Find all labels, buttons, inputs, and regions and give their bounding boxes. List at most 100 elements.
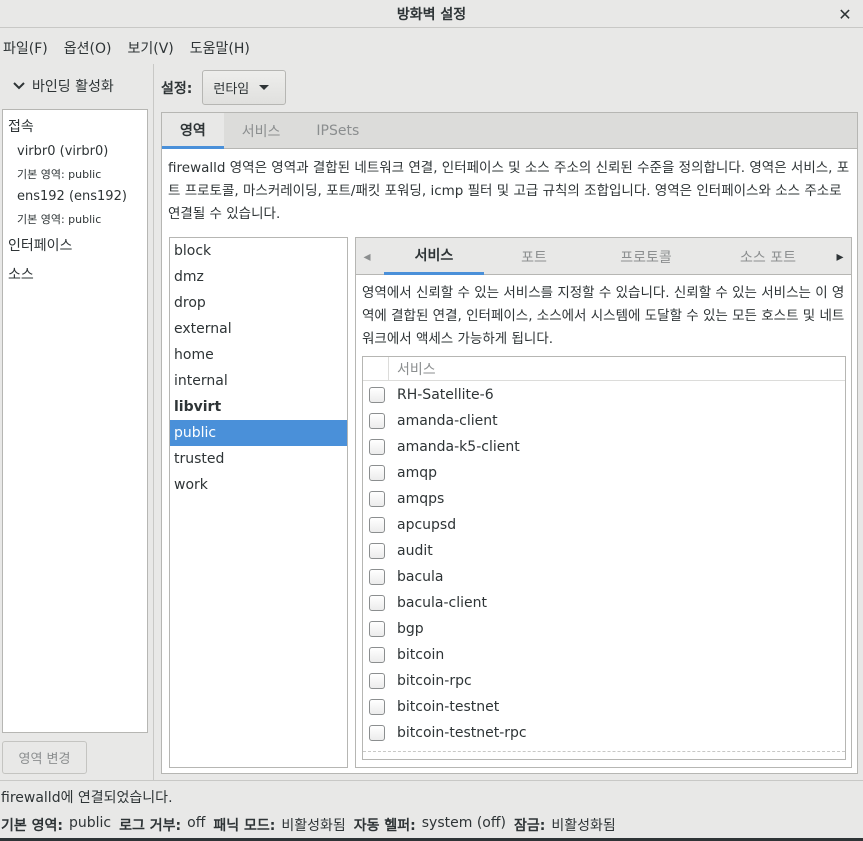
connections-list: 접속 virbr0 (virbr0) 기본 영역: public ens192 … xyxy=(2,109,148,733)
menu-view[interactable]: 보기(V) xyxy=(127,38,173,58)
change-zone-button[interactable]: 영역 변경 xyxy=(2,741,87,774)
service-row[interactable]: audit xyxy=(363,538,845,564)
service-checkbox[interactable] xyxy=(369,413,385,429)
config-dropdown[interactable]: 런타임 xyxy=(202,70,287,105)
service-row[interactable]: RH-Satellite-6 xyxy=(363,382,845,408)
service-name: bitcoin-testnet-rpc xyxy=(397,725,527,741)
service-row[interactable]: amanda-k5-client xyxy=(363,434,845,460)
config-label: 설정: xyxy=(161,80,193,97)
binding-toggle[interactable]: 바인딩 활성화 xyxy=(12,76,114,96)
section-connections: 접속 xyxy=(8,119,34,135)
menu-help[interactable]: 도움말(H) xyxy=(190,38,250,58)
connection-virbr0[interactable]: virbr0 (virbr0) xyxy=(17,144,108,159)
status-value: 비활성화됨 xyxy=(551,818,616,834)
connection-virbr0-zone: 기본 영역: public xyxy=(17,168,102,181)
menu-options[interactable]: 옵션(O) xyxy=(64,38,112,58)
service-checkbox[interactable] xyxy=(369,543,385,559)
service-checkbox[interactable] xyxy=(369,491,385,507)
zone-item-drop[interactable]: drop xyxy=(170,290,347,316)
service-checkbox[interactable] xyxy=(369,569,385,585)
service-checkbox[interactable] xyxy=(369,621,385,637)
zone-item-trusted[interactable]: trusted xyxy=(170,446,347,472)
service-checkbox[interactable] xyxy=(369,725,385,741)
service-row[interactable]: bacula xyxy=(363,564,845,590)
connections-panel: 바인딩 활성화 접속 virbr0 (virbr0) 기본 영역: public… xyxy=(0,64,153,780)
status-key: 패닉 모드: xyxy=(213,818,276,834)
connection-ens192[interactable]: ens192 (ens192) xyxy=(17,189,127,204)
service-list: 서비스 RH-Satellite-6 amanda-client amanda-k5… xyxy=(362,356,846,760)
service-name: audit xyxy=(397,543,433,559)
status-key: 기본 영역: xyxy=(1,818,63,834)
service-checkbox[interactable] xyxy=(369,595,385,611)
zone-item-public[interactable]: public xyxy=(170,420,347,446)
zone-item-dmz[interactable]: dmz xyxy=(170,264,347,290)
status-value: off xyxy=(187,815,206,831)
service-row[interactable]: bitcoin-testnet-rpc xyxy=(363,720,845,746)
status-separator xyxy=(0,780,863,781)
service-name: amqps xyxy=(397,491,445,507)
zone-item-work[interactable]: work xyxy=(170,472,347,498)
service-list-header: 서비스 xyxy=(363,357,845,381)
section-sources[interactable]: 소스 xyxy=(8,264,34,284)
menu-file[interactable]: 파일(F) xyxy=(3,38,48,58)
status-connected: firewalld에 연결되었습니다. xyxy=(1,790,173,806)
dropdown-arrow-icon xyxy=(259,85,270,90)
service-row[interactable]: apcupsd xyxy=(363,512,845,538)
status-value: 비활성화됨 xyxy=(281,818,346,834)
zone-description: firewalld 영역은 영역과 결합된 네트워크 연결, 인터페이스 및 소… xyxy=(168,160,850,222)
service-row[interactable]: bgp xyxy=(363,616,845,642)
service-row[interactable]: amqp xyxy=(363,460,845,486)
tab-zone-services[interactable]: 서비스 xyxy=(384,238,484,275)
tab-zone-protocols[interactable]: 프로토콜 xyxy=(596,238,696,275)
config-value: 런타임 xyxy=(213,82,250,97)
service-name: bitcoin-testnet xyxy=(397,699,500,715)
service-checkbox[interactable] xyxy=(369,465,385,481)
panel-divider[interactable] xyxy=(153,64,154,780)
header-service[interactable]: 서비스 xyxy=(389,359,436,379)
zone-item-internal[interactable]: internal xyxy=(170,368,347,394)
service-checkbox[interactable] xyxy=(369,647,385,663)
zone-item-home[interactable]: home xyxy=(170,342,347,368)
tab-services[interactable]: 서비스 xyxy=(224,113,299,149)
service-list-fade xyxy=(363,751,845,759)
close-icon[interactable]: ✕ xyxy=(835,4,855,24)
tab-scroll-right-icon[interactable]: ▸ xyxy=(829,238,851,275)
service-name: bitcoin-rpc xyxy=(397,673,472,689)
zone-list: block dmz drop external home internal libvirt p… xyxy=(169,237,348,768)
service-description: 영역에서 신뢰할 수 있는 서비스를 지정할 수 있습니다. 신뢰할 수 있는 … xyxy=(362,285,845,347)
service-checkbox[interactable] xyxy=(369,699,385,715)
status-key: 잠금: xyxy=(513,818,546,834)
service-row[interactable]: amqps xyxy=(363,486,845,512)
service-row[interactable]: bitcoin-testnet xyxy=(363,694,845,720)
zone-item-libvirt[interactable]: libvirt xyxy=(170,394,347,420)
service-row[interactable]: amanda-client xyxy=(363,408,845,434)
main-tabs: 영역 서비스 IPSets xyxy=(162,113,857,149)
service-row[interactable]: bitcoin xyxy=(363,642,845,668)
tab-zone-source-ports[interactable]: 소스 포트 xyxy=(718,238,818,275)
service-row[interactable]: bitcoin-rpc xyxy=(363,668,845,694)
service-name: bitcoin xyxy=(397,647,445,663)
window-title: 방화벽 설정 xyxy=(396,6,467,23)
tab-zones[interactable]: 영역 xyxy=(162,113,224,149)
tab-ipsets[interactable]: IPSets xyxy=(298,113,377,149)
service-checkbox[interactable] xyxy=(369,387,385,403)
zone-item-block[interactable]: block xyxy=(170,238,347,264)
status-value: public xyxy=(69,815,112,831)
service-name: amanda-client xyxy=(397,413,498,429)
title-bar: 방화벽 설정 ✕ xyxy=(0,0,863,28)
tab-scroll-left-icon[interactable]: ◂ xyxy=(356,238,378,275)
service-row[interactable]: bacula-client xyxy=(363,590,845,616)
zone-detail-notebook: ◂ 서비스 포트 프로토콜 소스 포트 ▸ 영역에서 신뢰할 수 있는 서비스를… xyxy=(355,237,852,768)
tab-zone-ports[interactable]: 포트 xyxy=(484,238,584,275)
zone-item-external[interactable]: external xyxy=(170,316,347,342)
section-interfaces[interactable]: 인터페이스 xyxy=(8,235,72,255)
service-checkbox[interactable] xyxy=(369,439,385,455)
status-key: 자동 헬퍼: xyxy=(353,818,416,834)
zone-detail-tabs: ◂ 서비스 포트 프로토콜 소스 포트 ▸ xyxy=(356,238,851,275)
chevron-down-icon xyxy=(13,82,25,90)
main-notebook: 영역 서비스 IPSets firewalld 영역은 영역과 결합된 네트워크… xyxy=(161,112,858,774)
service-checkbox[interactable] xyxy=(369,673,385,689)
binding-label: 바인딩 활성화 xyxy=(32,79,114,95)
service-checkbox[interactable] xyxy=(369,517,385,533)
header-check-column[interactable] xyxy=(363,357,389,381)
